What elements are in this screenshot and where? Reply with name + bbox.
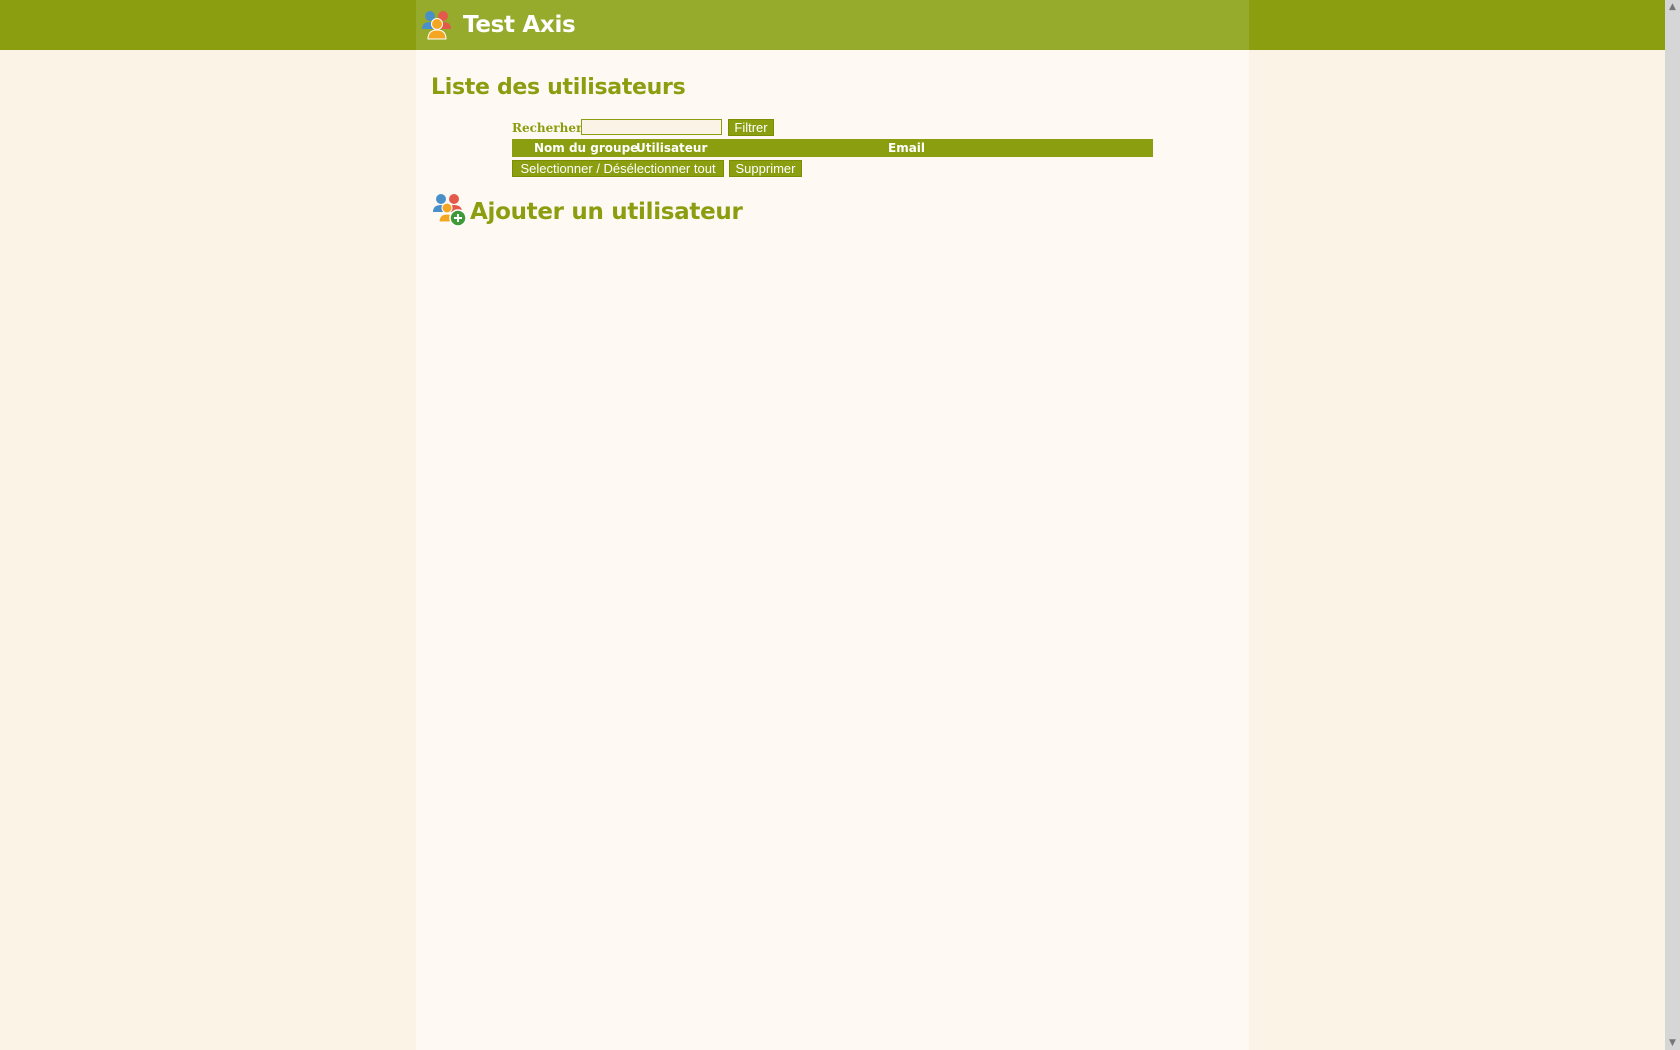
add-user-link[interactable]: Ajouter un utilisateur — [470, 197, 743, 227]
select-all-button[interactable]: Selectionner / Désélectionner tout — [512, 160, 724, 177]
vertical-scrollbar[interactable]: ▲ ▼ — [1665, 0, 1680, 1050]
search-input[interactable] — [581, 119, 722, 135]
scroll-down-icon[interactable]: ▼ — [1665, 1036, 1680, 1050]
table-header: Nom du groupe Utilisateur Email — [512, 139, 1153, 157]
filter-button[interactable]: Filtrer — [728, 119, 774, 136]
column-header-user: Utilisateur — [636, 141, 708, 155]
add-user-icon[interactable] — [432, 192, 468, 228]
column-header-group: Nom du groupe — [534, 141, 639, 155]
search-label: Recherher: — [512, 121, 587, 135]
delete-button[interactable]: Supprimer — [729, 160, 802, 177]
app-title: Test Axis — [463, 12, 576, 38]
users-icon — [422, 11, 451, 40]
column-header-email: Email — [888, 141, 926, 155]
page-title: Liste des utilisateurs — [431, 75, 686, 100]
scroll-up-icon[interactable]: ▲ — [1665, 0, 1680, 14]
